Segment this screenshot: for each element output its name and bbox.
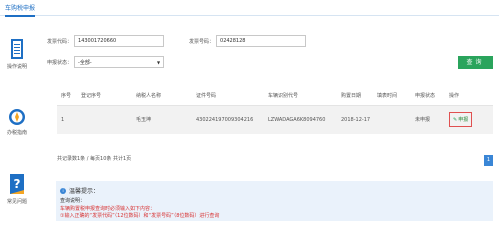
invoice-number-label: 发票号码：	[189, 38, 215, 45]
table-row: 1 毛玉坤 43022419700930421​6 LZWADAGA6K8094…	[57, 105, 493, 134]
search-button[interactable]: 查询	[458, 56, 493, 69]
invoice-code-input[interactable]: 143001720660	[74, 35, 165, 47]
status-select[interactable]: -全部- ▼	[74, 56, 165, 68]
column-header: 序号	[57, 86, 77, 106]
invoice-code-row: 发票代码： 143001720660	[47, 34, 165, 48]
tips-line: ①输入正确的“发票代码”（12位数码）和“发票号码”（8位数码）进行查询	[60, 213, 220, 219]
sidebar: 操作说明 办税指南 ? 常见问题	[0, 22, 34, 249]
sidebar-item-label: 操作说明	[6, 64, 27, 70]
invoice-code-label: 发票代码：	[47, 38, 73, 45]
top-tab-bar: 车购税申报	[0, 0, 499, 17]
svg-text:?: ?	[14, 177, 21, 191]
table-cell-taxpayer-name: 毛玉坤	[132, 105, 192, 134]
sidebar-item-guide[interactable]: 办税指南	[0, 108, 34, 136]
table-cell-registration-no	[77, 105, 132, 134]
table-header-row: 序号 登记序号 纳税人名称 证件号码 车辆识别代号 购置日期 填表时间 申报状态…	[57, 86, 493, 106]
tab-vehicle-tax-declaration[interactable]: 车购税申报	[5, 3, 36, 17]
column-header: 纳税人名称	[132, 86, 192, 106]
column-header: 申报状态	[411, 86, 445, 106]
table-cell-action: ✎ 申报	[445, 105, 493, 134]
table-cell-purchase-date: 2018-12-17	[337, 105, 373, 134]
column-header: 登记序号	[77, 86, 132, 106]
column-header: 购置日期	[337, 86, 373, 106]
tips-line: 车辆购置税申报查询时必须输入如下内容：	[60, 206, 156, 212]
declaration-table: 序号 登记序号 纳税人名称 证件号码 车辆识别代号 购置日期 填表时间 申报状态…	[57, 86, 493, 134]
column-header: 操作	[445, 86, 493, 106]
status-select-value: -全部-	[78, 59, 92, 66]
pencil-icon: ✎	[453, 116, 458, 123]
table-cell-vin: LZWADAGA6K8094760	[264, 105, 337, 134]
sidebar-item-instructions[interactable]: 操作说明	[0, 38, 34, 70]
status-row: 申报状态： -全部- ▼	[47, 55, 165, 69]
document-icon	[11, 39, 23, 59]
tips-title: i 温馨提示：	[60, 186, 99, 195]
pagination-summary: 共记录数1条 / 每页10条 共计1页	[57, 156, 132, 162]
column-header: 车辆识别代号	[264, 86, 337, 106]
table-cell-id-number: 43022419700930421​6	[192, 105, 264, 134]
tips-subtitle: 查询说明：	[60, 198, 86, 204]
question-icon: ?	[10, 174, 24, 194]
table-cell-status: 未申报	[411, 105, 445, 134]
invoice-number-input[interactable]: 02428128	[216, 35, 307, 47]
sidebar-item-label: 办税指南	[6, 130, 27, 136]
column-header: 证件号码	[192, 86, 264, 106]
declare-button-label: 申报	[458, 117, 469, 124]
page-number-button[interactable]: 1	[484, 155, 493, 166]
column-header: 填表时间	[373, 86, 411, 106]
tips-title-text: 温馨提示：	[69, 188, 100, 195]
table-cell-index: 1	[57, 105, 77, 134]
tips-panel: i 温馨提示： 查询说明： 车辆购置税申报查询时必须输入如下内容： ①输入正确的…	[56, 181, 493, 221]
sidebar-item-label: 常见问题	[6, 199, 27, 205]
sidebar-item-faq[interactable]: ? 常见问题	[0, 173, 34, 205]
invoice-number-row: 发票号码： 02428128	[189, 34, 307, 48]
compass-icon	[9, 109, 25, 125]
status-label: 申报状态：	[47, 59, 73, 66]
declare-button[interactable]: ✎ 申报	[449, 112, 473, 128]
info-icon: i	[60, 187, 66, 194]
chevron-down-icon: ▼	[156, 59, 161, 65]
table-cell-fill-time	[373, 105, 411, 134]
